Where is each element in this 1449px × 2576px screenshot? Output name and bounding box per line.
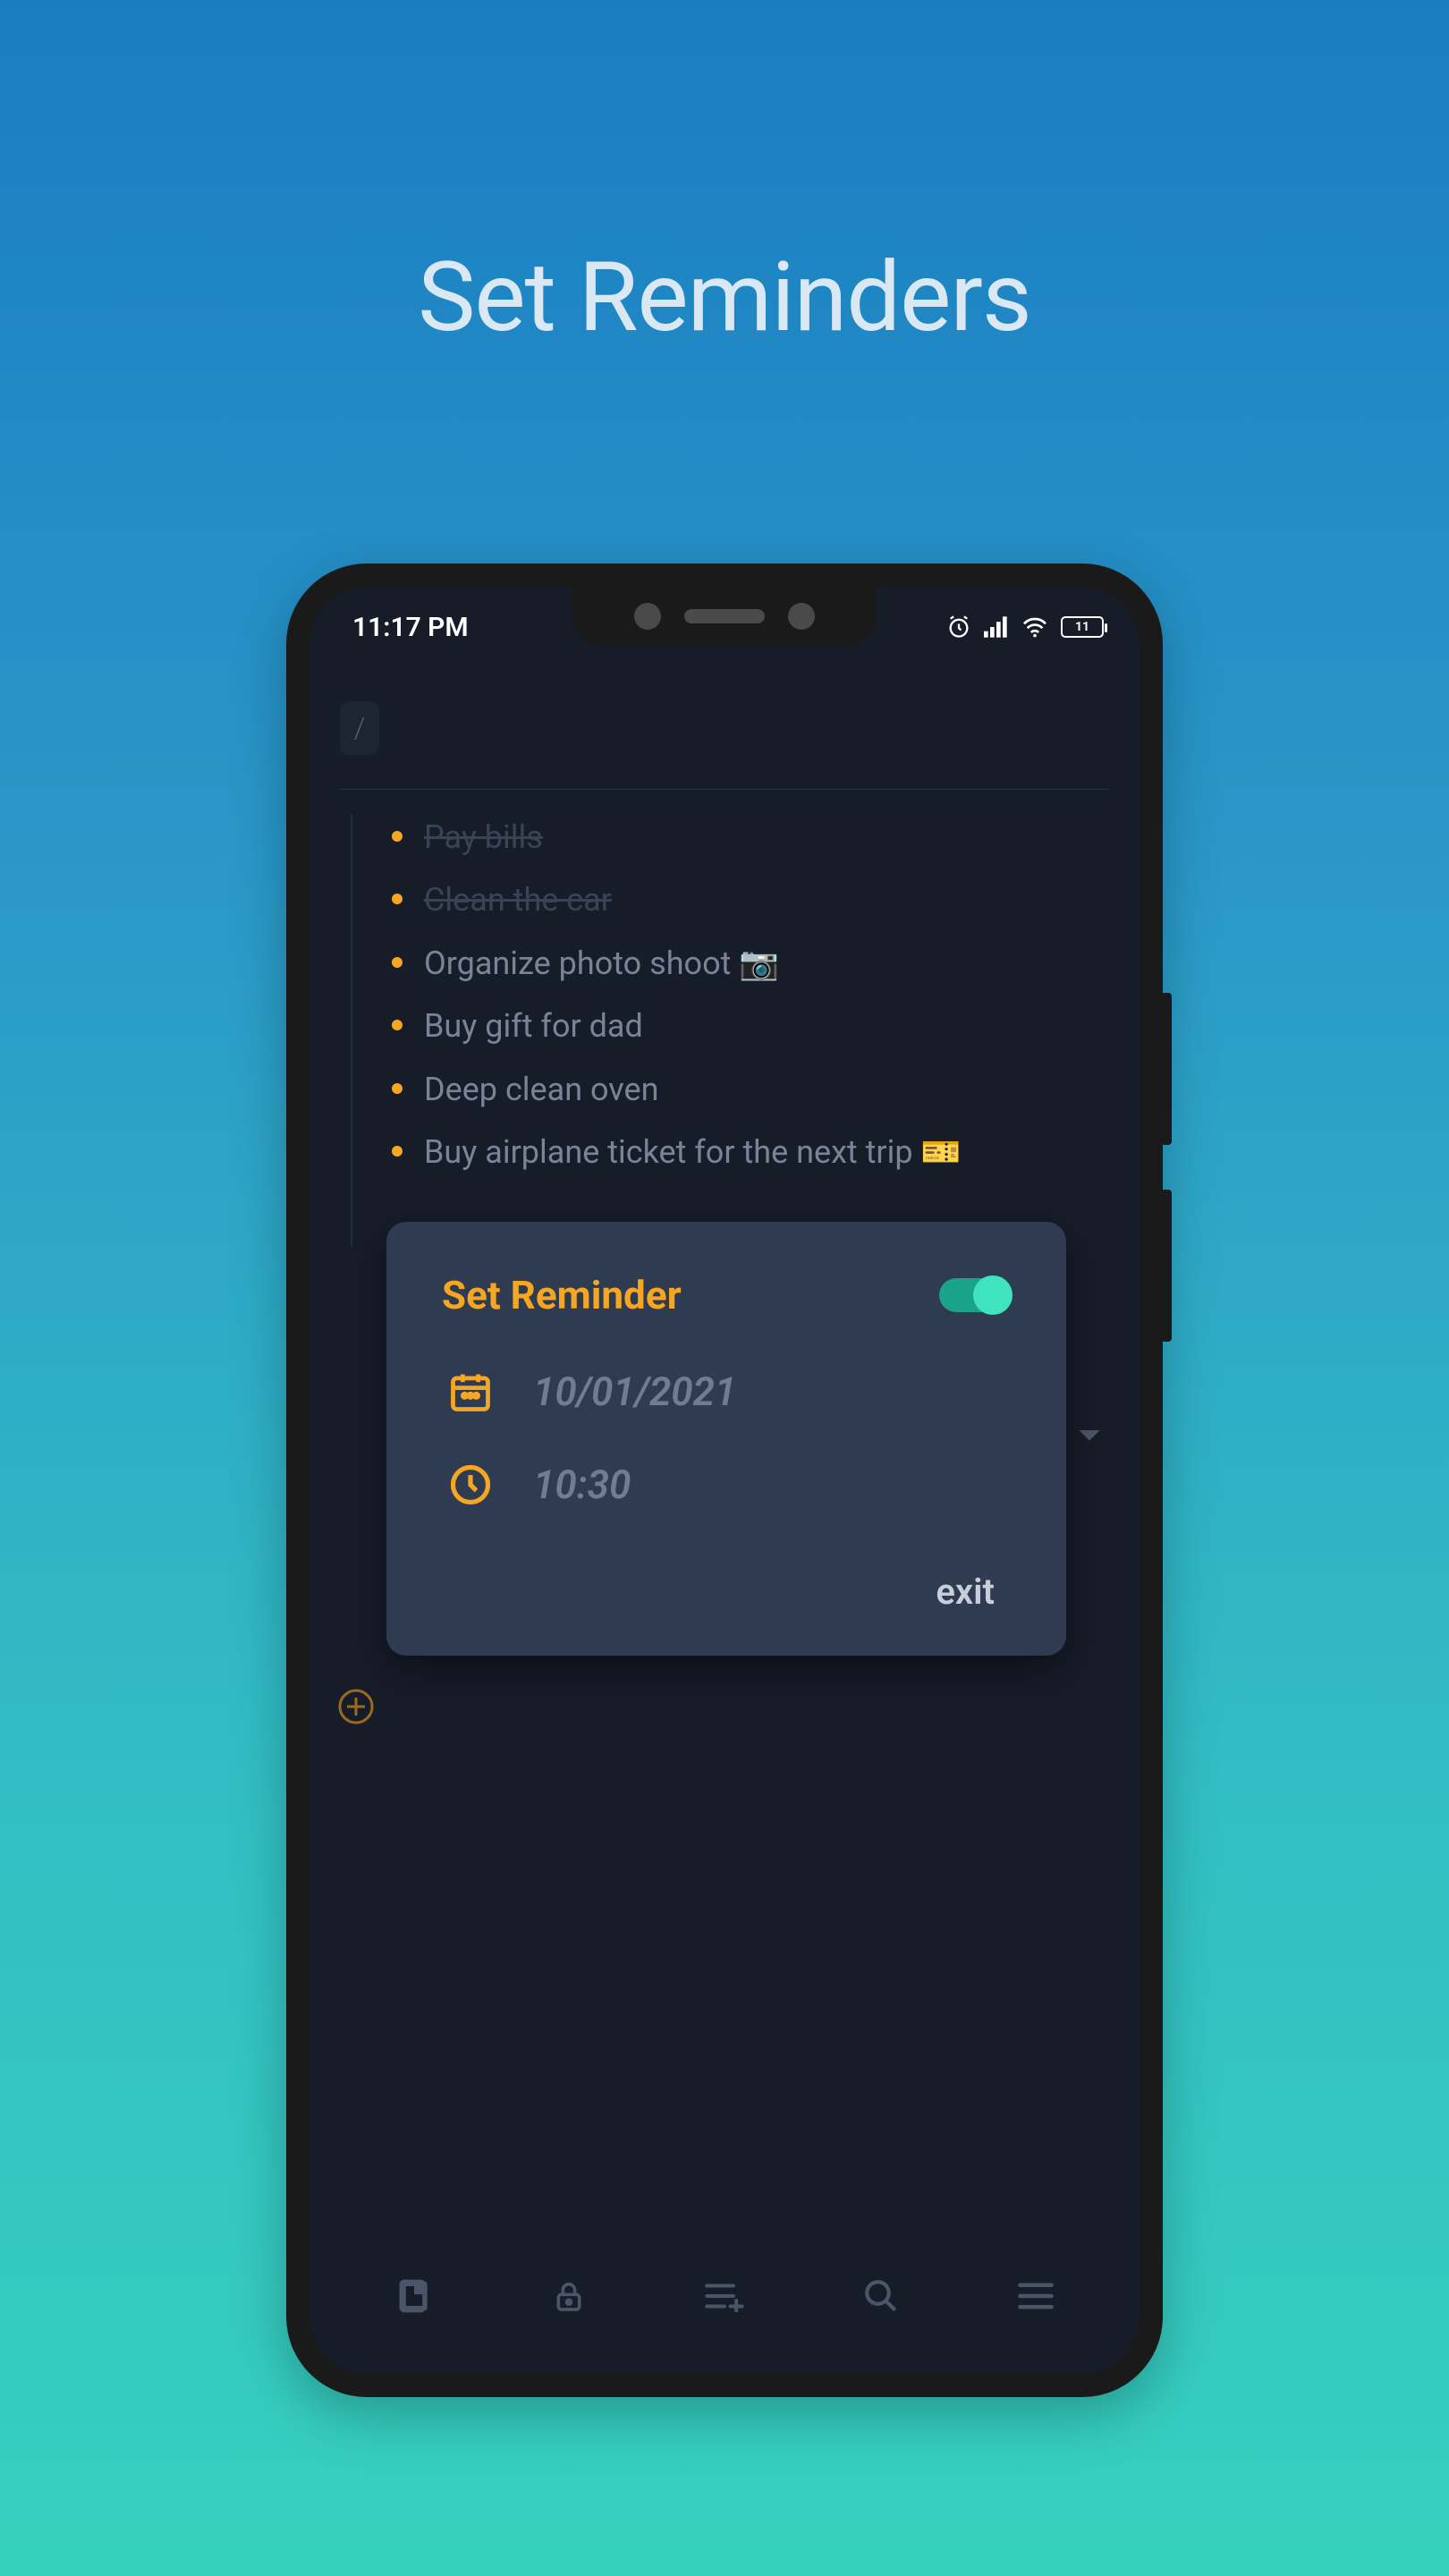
volume-up-button[interactable] (1161, 993, 1172, 1145)
alarm-icon (946, 614, 971, 640)
bullet-icon (392, 1146, 402, 1157)
todo-item[interactable]: Deep clean oven (392, 1058, 1109, 1121)
nav-list-add-icon[interactable] (704, 2280, 745, 2312)
todo-item[interactable]: Buy gift for dad (392, 995, 1109, 1057)
nav-lock-icon[interactable] (551, 2276, 587, 2316)
todo-item[interactable]: Buy airplane ticket for the next trip 🎫 (392, 1121, 1109, 1183)
phone-frame: 11:17 PM 11 / (286, 564, 1163, 2397)
exit-button[interactable]: exit (919, 1563, 1011, 1620)
todo-text: Buy airplane ticket for the next trip 🎫 (424, 1130, 961, 1174)
time-row[interactable]: 10:30 (442, 1462, 1011, 1508)
toggle-knob (973, 1275, 1013, 1315)
clock-icon (447, 1462, 494, 1508)
add-button[interactable] (336, 1687, 376, 1726)
signal-icon (984, 616, 1009, 638)
bullet-icon (392, 831, 402, 842)
app-content: / Pay bills Clean the car Organize photo… (309, 667, 1140, 2374)
todo-text: Organize photo shoot 📷 (424, 941, 779, 986)
todo-item[interactable]: Pay bills (392, 806, 1109, 869)
divider (340, 789, 1109, 790)
screen: 11:17 PM 11 / (309, 587, 1140, 2374)
status-time: 11:17 PM (352, 612, 469, 643)
status-bar: 11:17 PM 11 (309, 587, 1140, 667)
dialog-title: Set Reminder (442, 1272, 682, 1318)
nav-menu-icon[interactable] (1017, 2282, 1055, 2310)
todo-text: Buy gift for dad (424, 1004, 643, 1048)
todo-text: Deep clean oven (424, 1067, 658, 1112)
battery-level: 11 (1075, 620, 1089, 634)
breadcrumb-chip[interactable]: / (340, 701, 379, 755)
todo-text: Pay bills (424, 815, 543, 860)
date-row[interactable]: 10/01/2021 (442, 1368, 1011, 1415)
wifi-icon (1021, 616, 1048, 638)
battery-icon: 11 (1061, 616, 1104, 638)
status-icons: 11 (946, 614, 1104, 640)
todo-item[interactable]: Clean the car (392, 869, 1109, 931)
chevron-down-icon[interactable] (1077, 1428, 1102, 1449)
indent-line (351, 815, 352, 1246)
hero-title: Set Reminders (0, 242, 1449, 354)
reminder-toggle[interactable] (939, 1278, 1011, 1312)
time-value: 10:30 (533, 1462, 631, 1508)
nav-notes-icon[interactable] (394, 2276, 434, 2316)
bottom-nav (309, 2247, 1140, 2345)
bullet-icon (392, 894, 402, 904)
calendar-icon (447, 1368, 494, 1415)
todo-item[interactable]: Organize photo shoot 📷 (392, 932, 1109, 995)
bullet-icon (392, 957, 402, 968)
bullet-icon (392, 1083, 402, 1094)
volume-down-button[interactable] (1161, 1190, 1172, 1342)
set-reminder-dialog: Set Reminder 10/01/2021 (386, 1222, 1066, 1656)
date-value: 10/01/2021 (533, 1368, 736, 1415)
todo-text: Clean the car (424, 877, 612, 922)
nav-search-icon[interactable] (862, 2277, 900, 2315)
todo-list: Pay bills Clean the car Organize photo s… (340, 806, 1109, 1183)
bullet-icon (392, 1020, 402, 1030)
